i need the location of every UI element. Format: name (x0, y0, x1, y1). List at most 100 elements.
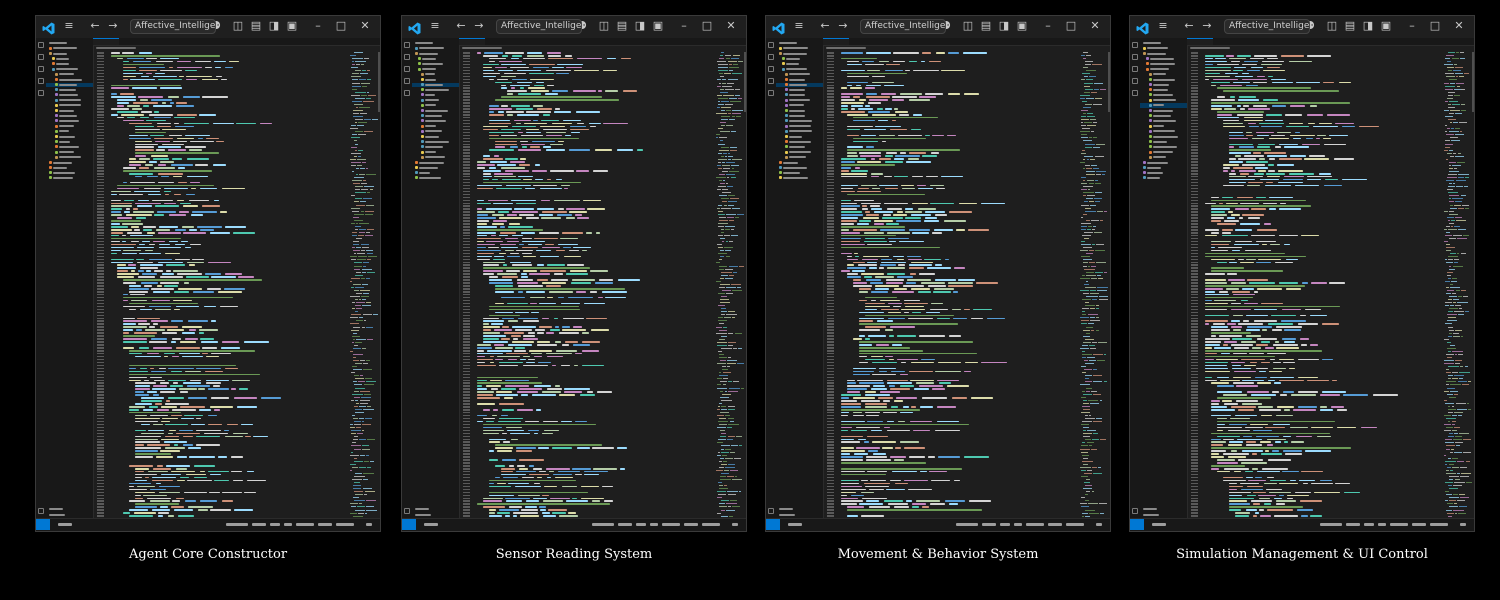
status-eol[interactable] (284, 523, 292, 526)
explorer-icon[interactable] (404, 42, 410, 48)
toggle-sidebar-icon[interactable]: ◫ (598, 20, 610, 32)
status-errors[interactable] (1152, 523, 1166, 526)
back-arrow-icon[interactable]: ← (455, 20, 467, 32)
customize-layout-icon[interactable]: ▣ (286, 20, 298, 32)
file-tree-item[interactable] (46, 124, 93, 129)
timeline-section[interactable] (776, 512, 823, 517)
customize-layout-icon[interactable]: ▣ (1380, 20, 1392, 32)
file-tree-item[interactable] (776, 140, 823, 145)
file-tree-item[interactable] (412, 176, 459, 181)
status-spaces[interactable] (1346, 523, 1360, 526)
file-tree-item[interactable] (412, 98, 459, 103)
file-tree-item[interactable] (1140, 62, 1187, 67)
status-eol[interactable] (650, 523, 658, 526)
minimize-icon[interactable]: – (1406, 20, 1418, 32)
search-view-icon[interactable] (404, 54, 410, 60)
run-debug-icon[interactable] (1132, 78, 1138, 84)
file-tree-item[interactable] (1140, 119, 1187, 124)
explorer-icon[interactable] (1132, 42, 1138, 48)
file-tree-item[interactable] (46, 171, 93, 176)
file-tree-item[interactable] (412, 160, 459, 165)
file-tree-item[interactable] (412, 93, 459, 98)
status-position[interactable] (226, 523, 248, 526)
file-tree-item[interactable] (776, 46, 823, 51)
file-tree-item[interactable] (776, 77, 823, 82)
explorer-icon[interactable] (38, 42, 44, 48)
file-tree-item[interactable] (1140, 88, 1187, 93)
toggle-sidebar-icon[interactable]: ◫ (232, 20, 244, 32)
file-tree-item[interactable] (776, 129, 823, 134)
file-tree-item[interactable] (46, 176, 93, 181)
file-tree-item[interactable] (776, 98, 823, 103)
file-tree-item[interactable] (46, 77, 93, 82)
status-notifications-icon[interactable] (1460, 523, 1466, 526)
file-tree-item[interactable] (46, 51, 93, 56)
toggle-sidebar-icon[interactable]: ◫ (962, 20, 974, 32)
outline-section[interactable] (46, 506, 93, 511)
account-icon[interactable] (768, 508, 774, 514)
file-tree-item[interactable] (1140, 134, 1187, 139)
file-tree-item[interactable] (412, 67, 459, 72)
file-tree-item[interactable] (776, 88, 823, 93)
status-prettier[interactable] (336, 523, 354, 526)
close-icon[interactable]: ✕ (1453, 20, 1465, 32)
file-tree-item[interactable] (412, 46, 459, 51)
file-tree-item[interactable] (412, 108, 459, 113)
code-editor[interactable] (823, 38, 1110, 531)
code-editor[interactable] (1187, 38, 1474, 531)
vertical-scrollbar[interactable] (1108, 52, 1110, 112)
timeline-section[interactable] (1140, 512, 1187, 517)
status-eol[interactable] (1014, 523, 1022, 526)
code-text[interactable] (839, 52, 1076, 531)
file-tree-item[interactable] (776, 119, 823, 124)
status-golive[interactable] (1048, 523, 1062, 526)
code-text[interactable] (475, 52, 712, 531)
file-tree-item[interactable] (46, 129, 93, 134)
file-tree-item[interactable] (46, 140, 93, 145)
file-tree-item-selected[interactable] (776, 82, 823, 88)
file-tree-item[interactable] (412, 103, 459, 108)
file-tree-item[interactable] (412, 114, 459, 119)
minimap[interactable] (1080, 52, 1108, 531)
file-tree-item[interactable] (46, 145, 93, 150)
file-tree-item[interactable] (776, 67, 823, 72)
run-debug-icon[interactable] (404, 78, 410, 84)
run-debug-icon[interactable] (768, 78, 774, 84)
file-tree-item[interactable] (1140, 166, 1187, 171)
active-editor-tab[interactable] (93, 38, 119, 45)
active-editor-tab[interactable] (459, 38, 485, 45)
code-editor[interactable] (93, 38, 380, 531)
status-errors[interactable] (58, 523, 72, 526)
remote-indicator[interactable] (402, 519, 416, 530)
account-icon[interactable] (1132, 508, 1138, 514)
status-encoding[interactable] (636, 523, 646, 526)
status-notifications-icon[interactable] (366, 523, 372, 526)
vertical-scrollbar[interactable] (378, 52, 380, 112)
file-tree-item[interactable] (412, 140, 459, 145)
status-spaces[interactable] (252, 523, 266, 526)
extensions-icon[interactable] (1132, 90, 1138, 96)
status-encoding[interactable] (270, 523, 280, 526)
status-spaces[interactable] (618, 523, 632, 526)
account-icon[interactable] (404, 508, 410, 514)
close-icon[interactable]: ✕ (725, 20, 737, 32)
back-arrow-icon[interactable]: ← (1183, 20, 1195, 32)
vertical-scrollbar[interactable] (1472, 52, 1474, 112)
file-tree-item[interactable] (412, 145, 459, 150)
file-tree-item[interactable] (46, 88, 93, 93)
remote-indicator[interactable] (36, 519, 50, 530)
status-golive[interactable] (318, 523, 332, 526)
timeline-section[interactable] (412, 512, 459, 517)
file-tree-item[interactable] (46, 103, 93, 108)
file-tree-item[interactable] (1140, 145, 1187, 150)
toggle-panel-icon[interactable]: ▤ (250, 20, 262, 32)
customize-layout-icon[interactable]: ▣ (1016, 20, 1028, 32)
file-tree-item[interactable] (776, 103, 823, 108)
file-tree-item[interactable] (1140, 57, 1187, 62)
extensions-icon[interactable] (768, 90, 774, 96)
file-tree-item[interactable] (46, 72, 93, 77)
minimap[interactable] (350, 52, 378, 531)
file-tree-item-selected[interactable] (46, 82, 93, 88)
file-tree-item[interactable] (1140, 171, 1187, 176)
command-center-search[interactable]: Affective_Intelligenc (1224, 19, 1310, 34)
